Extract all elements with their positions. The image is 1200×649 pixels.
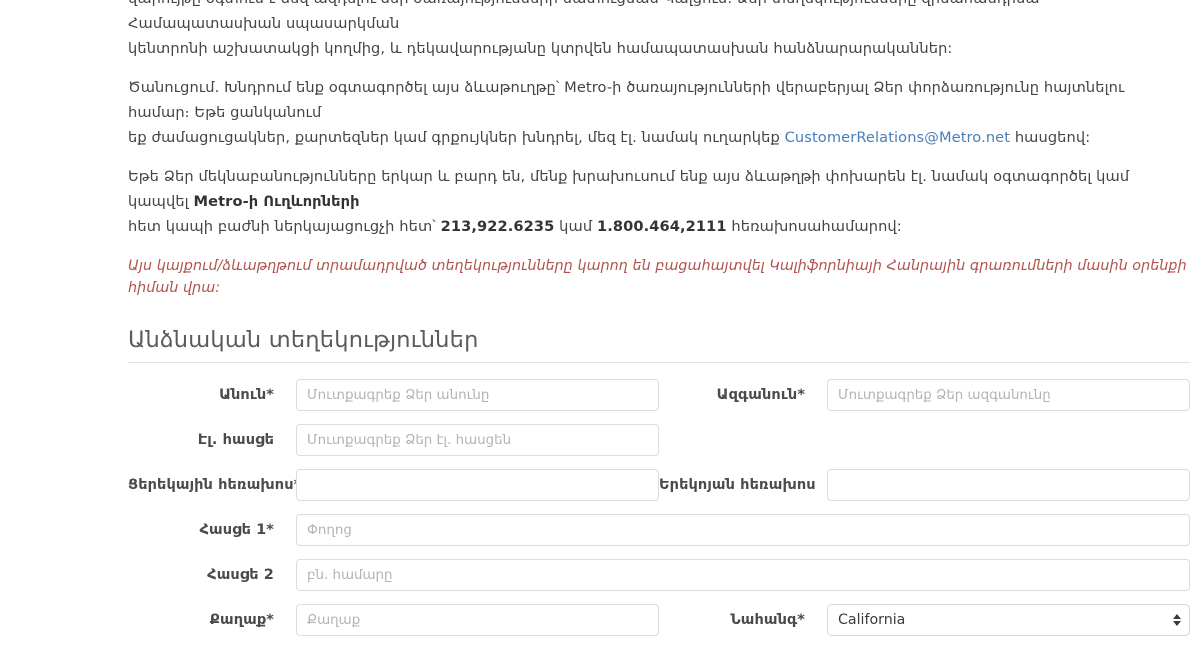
paragraph-text: կամ [554, 218, 597, 235]
public-records-notice: Այս կայքում/ձևաթղթում տրամադրված տեղեկու… [128, 258, 1187, 296]
address-2-input[interactable] [296, 559, 1190, 591]
paragraph-text: կենտրոնի աշխատակցի կողմից, և դեկավարությ… [128, 40, 953, 57]
label-address-1: Հասցե 1* [199, 522, 274, 538]
label-email: Էլ. հասցե [197, 432, 274, 448]
field-first-name: Անուն* [128, 379, 659, 411]
paragraph-text: հետ կապի բաժնի ներկայացուցչի հետ՝ [128, 218, 441, 235]
first-name-input[interactable] [296, 379, 659, 411]
emphasis-text: Metro-ի Ուղևորների [193, 193, 360, 210]
label-daytime-phone: Ցերեկային հեռախոս* [128, 477, 302, 493]
label-address-2: Հասցե 2 [207, 567, 274, 583]
control-evening-phone [827, 469, 1190, 501]
control-state: California [827, 604, 1190, 636]
customer-relations-email-link[interactable]: CustomerRelations@Metro.net [785, 129, 1010, 146]
select-wrapper-state: California [827, 604, 1190, 636]
paragraph-text: եք ժամացուցակներ, քարտեզներ կամ գրքույկն… [128, 129, 785, 146]
row-name: Անուն* Ազգանուն* [128, 379, 1190, 411]
state-selected-value: California [838, 612, 906, 628]
row-city-state: Քաղաք* Նահանգ* California [128, 604, 1190, 636]
page-content: վարույթը օգտում է ձեզ ազդելու ձեր ծառայո… [128, 0, 1190, 649]
paragraph-text: վարույթը օգտում է ձեզ ազդելու ձեր ծառայո… [128, 0, 1040, 32]
section-divider [128, 362, 1190, 363]
row-address1: Հասցե 1* [128, 514, 1190, 546]
paragraph-text: հեռախոսահամարով: [726, 218, 902, 235]
p-complaint: Եթե Ձեր մեկնաբանությունները երկար և բարդ… [128, 164, 1190, 239]
row-address2: Հասցե 2 [128, 559, 1190, 591]
label-state: Նահանգ* [730, 612, 805, 628]
control-email [296, 424, 659, 456]
control-address-2 [296, 559, 1190, 591]
email-input[interactable] [296, 424, 659, 456]
page-root: վարույթը օգտում է ձեզ ազդելու ձեր ծառայո… [0, 0, 1200, 636]
last-name-input[interactable] [827, 379, 1190, 411]
control-first-name [296, 379, 659, 411]
p-intro: վարույթը օգտում է ձեզ ազդելու ձեր ծառայո… [128, 0, 1190, 61]
control-city [296, 604, 659, 636]
p-note: Ծանուցում. Խնդրում ենք օգտագործել այս ձև… [128, 75, 1190, 150]
row-phones: Ցերեկային հեռախոս* Երեկոյան հեռախոս [128, 469, 1190, 501]
field-evening-phone: Երեկոյան հեռախոս [659, 469, 1190, 501]
field-email: Էլ. հասցե [128, 424, 659, 456]
emphasis-text: 1.800.464,2111 [596, 218, 727, 235]
row-email: Էլ. հասցե [128, 424, 1190, 456]
control-address-1 [296, 514, 1190, 546]
field-last-name: Ազգանուն* [659, 379, 1190, 411]
field-daytime-phone: Ցերեկային հեռախոս* [128, 469, 659, 501]
stepper-arrows-icon[interactable] [1172, 611, 1181, 629]
personal-information-form: Անուն* Ազգանուն* Էլ. հասցե Ցերեկային հեռախո… [128, 379, 1190, 636]
label-last-name: Ազգանուն* [716, 387, 805, 403]
control-daytime-phone [296, 469, 659, 501]
field-address-1: Հասցե 1* [128, 514, 1190, 546]
label-city: Քաղաք* [209, 612, 274, 628]
field-address-2: Հասցե 2 [128, 559, 1190, 591]
evening-phone-input[interactable] [827, 469, 1190, 501]
field-state: Նահանգ* California [659, 604, 1190, 636]
state-select[interactable]: California [827, 604, 1190, 636]
intro-paragraphs: վարույթը օգտում է ձեզ ազդելու ձեր ծառայո… [128, 0, 1190, 239]
control-last-name [827, 379, 1190, 411]
city-input[interactable] [296, 604, 659, 636]
label-first-name: Անուն* [219, 387, 274, 403]
paragraph-text: հասցեով: [1010, 129, 1091, 146]
chevron-up-icon[interactable] [1172, 614, 1181, 619]
field-city: Քաղաք* [128, 604, 659, 636]
daytime-phone-input[interactable] [296, 469, 659, 501]
chevron-down-icon[interactable] [1172, 621, 1181, 626]
emphasis-text: 213,922.6235 [440, 218, 555, 235]
paragraph-text: Ծանուցում. Խնդրում ենք օգտագործել այս ձև… [128, 79, 1125, 121]
label-evening-phone: Երեկոյան հեռախոս [659, 477, 816, 493]
page-title: Անձնական տեղեկություններ [128, 327, 479, 353]
address-1-input[interactable] [296, 514, 1190, 546]
